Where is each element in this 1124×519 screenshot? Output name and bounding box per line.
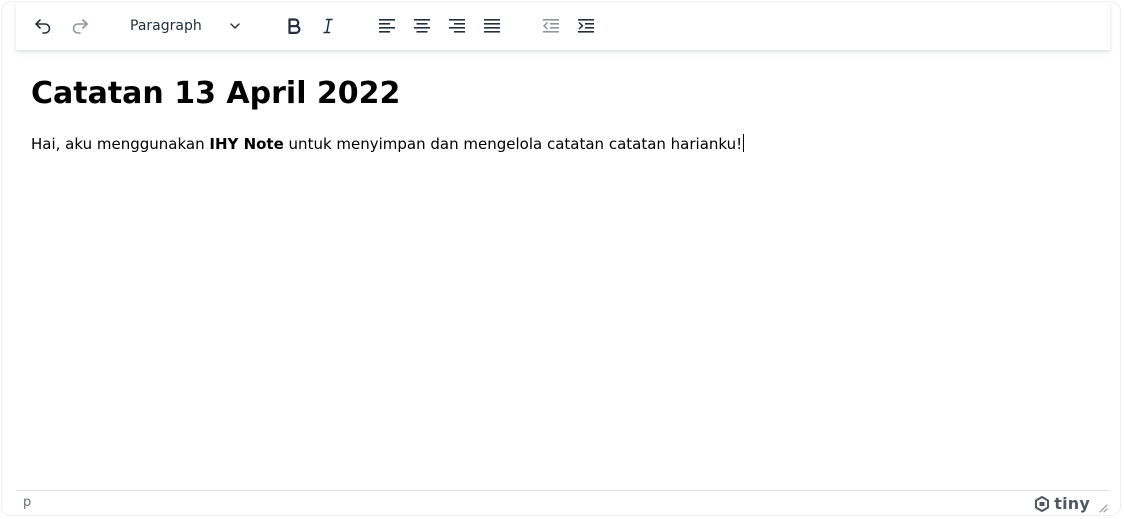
outdent-button[interactable]	[534, 9, 568, 43]
align-justify-icon	[484, 19, 500, 33]
bold-button[interactable]	[277, 9, 311, 43]
resize-handle-icon[interactable]	[1098, 503, 1108, 513]
editor-content-area[interactable]: Catatan 13 April 2022 Hai, aku menggunak…	[31, 62, 1100, 485]
outdent-icon	[543, 19, 559, 33]
block-format-value: Paragraph	[130, 18, 202, 34]
align-left-button[interactable]	[370, 9, 404, 43]
redo-icon	[72, 19, 88, 34]
element-path[interactable]: p	[23, 495, 31, 510]
indent-icon	[578, 19, 594, 33]
tiny-logo-icon	[1035, 495, 1050, 512]
text-caret	[743, 134, 745, 152]
redo-button[interactable]	[63, 9, 97, 43]
branding-text: tiny	[1054, 494, 1090, 513]
align-right-button[interactable]	[440, 9, 474, 43]
block-format-select[interactable]: Paragraph	[120, 9, 250, 43]
align-center-button[interactable]	[405, 9, 439, 43]
chevron-down-icon	[230, 23, 240, 29]
document-paragraph[interactable]: Hai, aku menggunakan IHY Note untuk meny…	[31, 133, 1100, 155]
undo-button[interactable]	[26, 9, 60, 43]
document-heading[interactable]: Catatan 13 April 2022	[31, 76, 1100, 112]
bold-icon	[288, 18, 301, 34]
italic-icon	[323, 18, 333, 34]
rich-text-editor: Paragraph Catatan 13 April 2022 Hai, aku…	[1, 1, 1121, 516]
align-right-icon	[449, 19, 465, 33]
align-left-icon	[379, 19, 395, 33]
paragraph-bold-text: IHY Note	[209, 135, 284, 153]
indent-button[interactable]	[569, 9, 603, 43]
align-center-icon	[414, 19, 430, 33]
undo-icon	[35, 19, 51, 34]
justify-button[interactable]	[475, 9, 509, 43]
editor-statusbar: p tiny	[16, 490, 1110, 515]
italic-button[interactable]	[311, 9, 345, 43]
paragraph-text-end: untuk menyimpan dan mengelola catatan ca…	[283, 135, 743, 153]
editor-toolbar: Paragraph	[16, 2, 1110, 50]
paragraph-text-start: Hai, aku menggunakan	[31, 135, 210, 153]
tiny-branding-link[interactable]: tiny	[1034, 494, 1090, 513]
